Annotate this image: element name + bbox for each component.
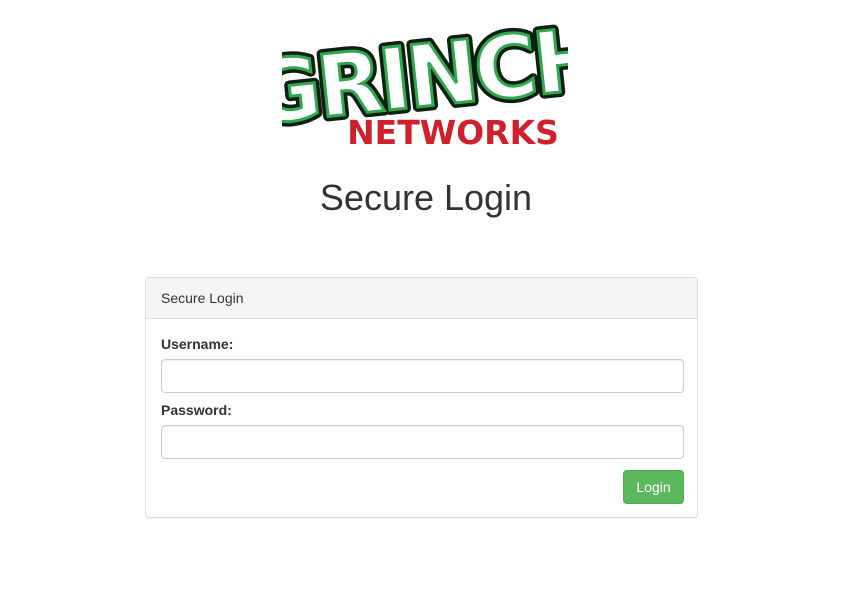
password-input[interactable] xyxy=(161,425,684,459)
login-button[interactable]: Login xyxy=(623,470,684,504)
grinch-networks-logo: GRINCH GRINCH NETWORKS xyxy=(282,8,568,150)
logo-networks-text: NETWORKS xyxy=(347,113,559,150)
password-label: Password: xyxy=(161,402,232,418)
login-page: GRINCH GRINCH NETWORKS Secure Login Secu… xyxy=(0,0,852,615)
panel-heading: Secure Login xyxy=(146,278,697,319)
page-title: Secure Login xyxy=(319,177,533,218)
login-panel: Secure Login Username: Password: Login xyxy=(145,277,698,518)
username-label: Username: xyxy=(161,336,234,352)
username-input[interactable] xyxy=(161,359,684,393)
